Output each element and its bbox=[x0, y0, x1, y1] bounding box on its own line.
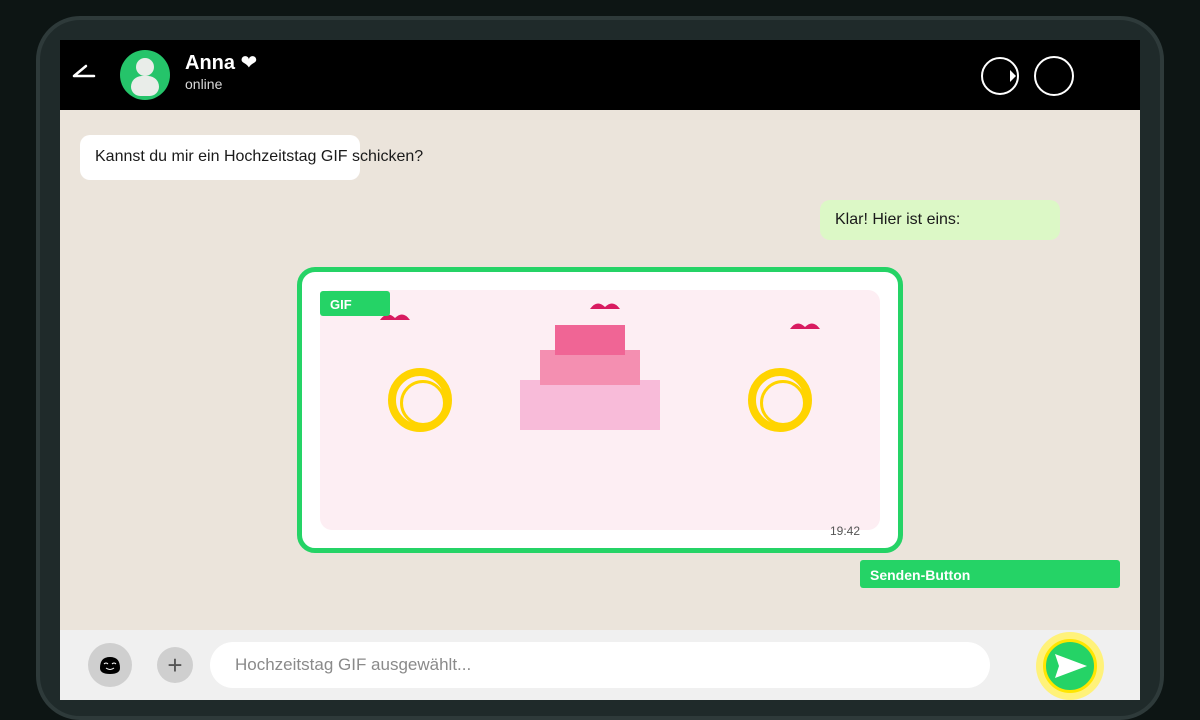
wedding-ring-left bbox=[388, 368, 452, 432]
send-button-label: Senden-Button bbox=[860, 560, 1120, 588]
heart-icon bbox=[590, 303, 620, 309]
gif-badge: GIF bbox=[320, 291, 390, 316]
wedding-ring-right bbox=[748, 368, 812, 432]
video-call-icon[interactable] bbox=[980, 56, 1020, 96]
attach-button[interactable]: + bbox=[157, 647, 193, 683]
cake-bottom-tier bbox=[520, 380, 660, 430]
plus-icon: + bbox=[167, 650, 183, 680]
back-arrow-icon[interactable] bbox=[72, 62, 98, 82]
cake-top-tier bbox=[555, 325, 625, 355]
message-input[interactable] bbox=[210, 642, 990, 688]
emoji-icon bbox=[100, 657, 120, 674]
heart-icon bbox=[790, 323, 820, 329]
message-timestamp: 19:42 bbox=[830, 524, 861, 538]
outgoing-message-text: Klar! Hier ist eins: bbox=[835, 211, 961, 228]
avatar-head bbox=[136, 58, 154, 76]
avatar-body bbox=[131, 76, 159, 96]
emoji-button[interactable] bbox=[88, 643, 132, 687]
chat-screen: Anna ❤ online Kannst du mir ein Hochzeit… bbox=[60, 40, 1140, 700]
contact-name[interactable]: Anna ❤ bbox=[185, 50, 257, 75]
incoming-message-text: Kannst du mir ein Hochzeitstag GIF schic… bbox=[95, 148, 424, 165]
cake-middle-tier bbox=[540, 350, 640, 385]
contact-status: online bbox=[185, 76, 223, 92]
send-button[interactable] bbox=[1036, 632, 1104, 700]
voice-call-icon[interactable] bbox=[1034, 56, 1074, 96]
send-icon bbox=[1055, 654, 1087, 678]
chat-header: Anna ❤ online bbox=[60, 40, 1140, 110]
avatar[interactable] bbox=[120, 50, 170, 100]
